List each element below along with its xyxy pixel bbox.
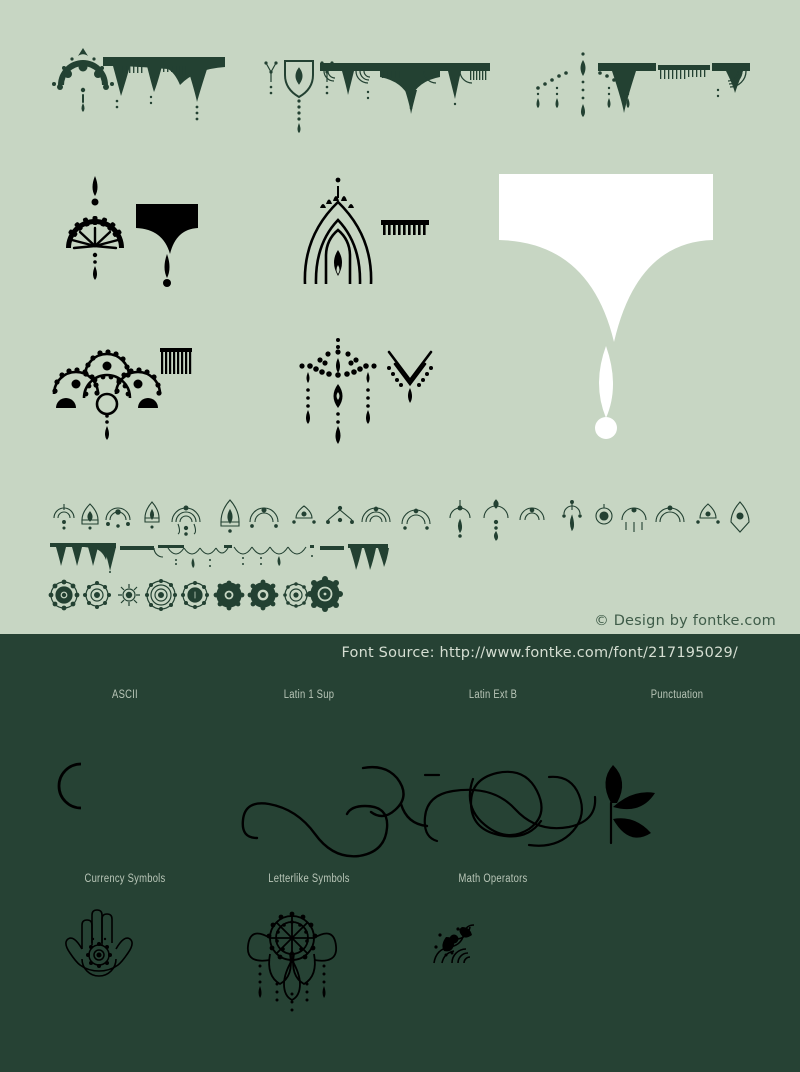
- swash-flourish-glyph: [241, 760, 443, 858]
- fringed-canopy-border: [598, 62, 750, 132]
- scalloped-lace-valance: [320, 62, 490, 132]
- corner-paisley-glyph: [432, 924, 476, 967]
- triple-rosette-arch: [48, 336, 166, 440]
- ornament-strip-small-a: [48, 498, 768, 541]
- large-sample-row-1: [0, 172, 800, 439]
- font-source-link[interactable]: Font Source: http://www.fontke.com/font/…: [341, 645, 738, 661]
- block-label-letterlike-symbols: Letterlike Symbols: [268, 873, 350, 885]
- draped-valance-border: [103, 57, 225, 127]
- solid-tassel-banner: [134, 204, 200, 290]
- copyright-credit: © Design by fontke.com: [594, 613, 776, 629]
- mandala-dreamcatcher-glyph: [244, 898, 340, 1014]
- arched-shrine-motif: [300, 172, 376, 290]
- chevron-necklace-motif: [386, 350, 434, 406]
- banner-sample-row: [0, 40, 800, 140]
- ornament-strip-mandalas-c: [48, 576, 343, 612]
- comb-fringe-block: [160, 348, 192, 378]
- comb-fringe-bar: [381, 220, 429, 242]
- crescent-moon-glyph: [55, 762, 95, 810]
- block-label-ascii: ASCII: [112, 689, 138, 701]
- light-specimen-panel: © Design by fontke.com: [0, 0, 800, 634]
- beaded-chandelier-drop: [292, 336, 384, 444]
- block-label-punctuation: Punctuation: [650, 689, 704, 701]
- large-sample-row-2: [0, 336, 800, 446]
- block-label-currency-symbols: Currency Symbols: [84, 873, 166, 885]
- knotted-flourish-leaf-glyph: [423, 745, 675, 851]
- font-specimen-page: © Design by fontke.com Font Source: http…: [0, 0, 800, 1072]
- half-sun-fan-pendant: [58, 176, 132, 286]
- hamsa-hand-glyph: [63, 905, 135, 977]
- block-label-math-operators: Math Operators: [458, 873, 528, 885]
- ornament-strip-valance-b: [48, 542, 389, 574]
- block-label-latin-1-sup: Latin 1 Sup: [283, 689, 335, 701]
- block-label-latin-ext-b: Latin Ext B: [468, 689, 518, 701]
